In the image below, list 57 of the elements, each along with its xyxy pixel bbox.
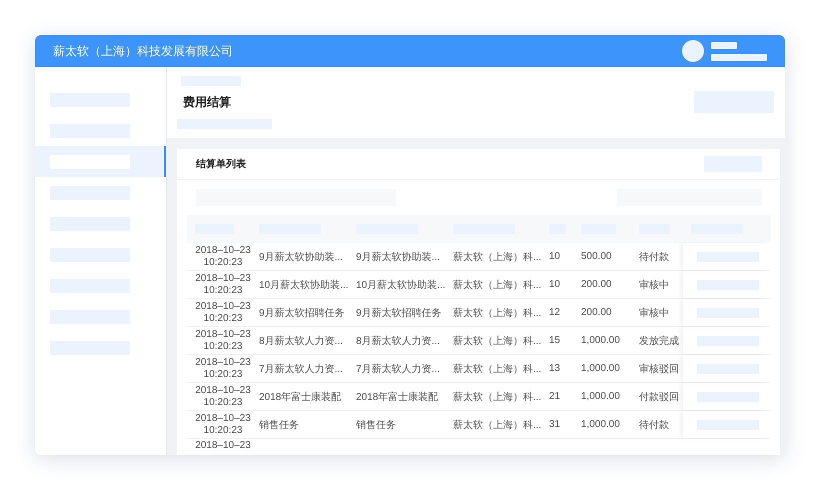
- table-cell-text: 13: [548, 362, 562, 376]
- table-cell-text: 31: [548, 418, 562, 432]
- placeholder-bar: [711, 42, 737, 48]
- table-cell-text: 9月薪太软招聘任务: [258, 306, 346, 320]
- table-cell-text: 2018–10–23 10:20:23: [194, 384, 251, 410]
- table-cell-text: 1,000.00: [580, 390, 621, 404]
- table-cell-text: 1,000.00: [580, 418, 621, 432]
- table-cell-text: 21: [548, 390, 562, 404]
- table-cell-text: 付款驳回: [638, 390, 680, 404]
- table-cell-text: 审核驳回: [638, 362, 680, 376]
- table-cell-text: 2018–10–23 10:20:23: [194, 300, 251, 326]
- table-cell-text: 薪太软（上海）科...: [452, 390, 541, 404]
- card-title: 结算单列表: [196, 158, 246, 171]
- table-cell-text: 2018–10–23 10:20:23: [194, 328, 251, 354]
- placeholder-bar: [711, 54, 767, 60]
- table-cell-text: 12: [548, 306, 562, 320]
- table-cell-text: 10: [548, 250, 562, 264]
- table-cell-text: 1,000.00: [580, 362, 621, 376]
- table-cell-text: 200.00: [580, 278, 613, 292]
- table-cell-text: 10月薪太软协助装...: [355, 278, 445, 292]
- table-cell-text: 薪太软（上海）科...: [452, 306, 541, 320]
- table-cell-text: 2018–10–23 10:20:23: [194, 412, 251, 438]
- table-cell-text: 薪太软（上海）科...: [452, 334, 541, 348]
- table-cell-text: 2018年富士康装配: [258, 390, 342, 404]
- table-cell-text: 15: [548, 334, 562, 348]
- table-cell-text: 10: [548, 278, 562, 292]
- table-cell-text: 发放完成: [638, 334, 680, 348]
- table-cell-text: 8月薪太软人力资...: [258, 334, 344, 348]
- page-title: 费用结算: [183, 94, 232, 111]
- table-cell-text: 薪太软（上海）科...: [452, 250, 541, 264]
- table-cell-text: 8月薪太软人力资...: [355, 334, 441, 348]
- table-cell-text: 2018–10–23 10:20:23: [194, 356, 251, 382]
- table-cell-text: 待付款: [638, 418, 670, 432]
- table-cell-text: 审核中: [638, 278, 670, 292]
- table-cell-text: 2018–10–23 10:20:23: [194, 272, 251, 298]
- table-cell-text: 薪太软（上海）科...: [452, 278, 541, 292]
- table-cell-text: 薪太软（上海）科...: [452, 362, 541, 376]
- table-cell-text: 审核中: [638, 306, 670, 320]
- table-cell-text: 9月薪太软协助装...: [355, 250, 441, 264]
- table-cell-text: 销售任务: [355, 418, 397, 432]
- table-cell-text: 薪太软（上海）科...: [452, 418, 541, 432]
- table-cell-text: 2018–10–23 10:20:23: [194, 244, 251, 270]
- table-cell-text: 9月薪太软招聘任务: [355, 306, 443, 320]
- table-cell-text: 销售任务: [258, 418, 300, 432]
- table-cell-text: 10月薪太软协助装...: [258, 278, 348, 292]
- table-cell-text: 1,000.00: [580, 334, 621, 348]
- table-cell-text: 待付款: [638, 250, 670, 264]
- table-cell-text: 500.00: [580, 250, 613, 264]
- table-cell-text: 9月薪太软协助装...: [258, 250, 344, 264]
- table-cell-text: 7月薪太软人力资...: [258, 362, 344, 376]
- table-cell-text: 2018–10–23: [194, 439, 251, 453]
- avatar-placeholder: [682, 40, 704, 62]
- sidebar-item[interactable]: [35, 146, 166, 177]
- table-cell-text: 200.00: [580, 306, 613, 320]
- table-cell-text: 2018年富士康装配: [355, 390, 440, 404]
- table-cell-text: 7月薪太软人力资...: [355, 362, 441, 376]
- company-name: 薪太软（上海）科技发展有限公司: [53, 42, 234, 60]
